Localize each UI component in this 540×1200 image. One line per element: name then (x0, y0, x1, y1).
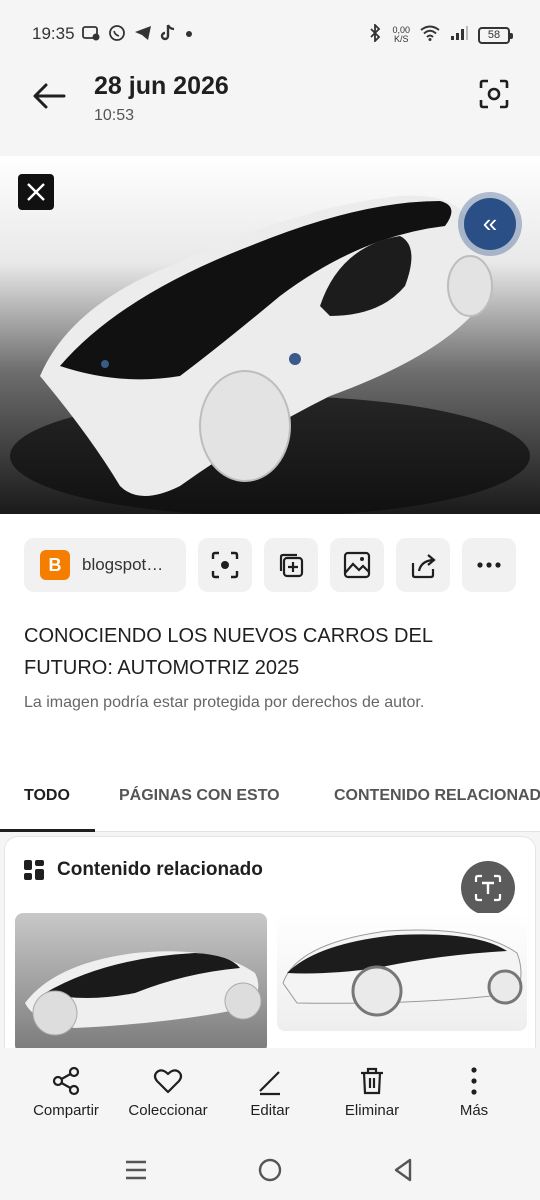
concept-car-image (10, 195, 530, 514)
more-button[interactable] (462, 538, 516, 592)
trash-icon (361, 1067, 383, 1095)
screen: 19:35 0,00 K/S 58 28 jun 2026 10:53 « B … (0, 0, 540, 1200)
back-nav-button[interactable] (390, 1156, 418, 1184)
related-thumbnail[interactable] (277, 913, 527, 1031)
whatsapp-icon (108, 24, 126, 47)
image-button[interactable] (330, 538, 384, 592)
share-nodes-icon (52, 1066, 80, 1096)
delete-action[interactable]: Eliminar (322, 1066, 422, 1119)
text-scan-icon (474, 874, 502, 902)
back-arrow-icon (33, 83, 66, 109)
page-subtitle: 10:53 (94, 107, 135, 124)
edit-icon (259, 1071, 280, 1096)
dot-icon (184, 26, 194, 44)
home-circle-icon (258, 1158, 282, 1182)
page-title: 28 jun 2026 (94, 72, 229, 100)
share-label: Compartir (33, 1102, 99, 1119)
collapse-button[interactable]: « (464, 198, 516, 250)
result-image[interactable]: « (0, 156, 540, 514)
share-icon (411, 554, 436, 579)
lens-search-icon (211, 551, 239, 579)
double-chevron-left-icon: « (482, 208, 498, 238)
concept-car-thumbnail (25, 951, 262, 1036)
more-action[interactable]: Más (424, 1066, 524, 1119)
related-title: Contenido relacionado (57, 859, 263, 880)
back-triangle-icon (394, 1158, 412, 1182)
status-system-icons: 0,00 K/S 58 (368, 22, 513, 47)
telegram-icon (134, 25, 152, 46)
edit-action[interactable]: Editar (220, 1066, 320, 1119)
status-notifications (82, 23, 194, 47)
menu-icon (126, 1160, 146, 1180)
add-collection-icon (279, 553, 304, 578)
lens-search-button[interactable] (198, 538, 252, 592)
result-title[interactable]: CONOCIENDO LOS NUEVOS CARROS DEL FUTURO:… (24, 620, 520, 684)
tab-bar: TODO PÁGINAS CON ESTO CONTENIDO RELACION… (0, 770, 540, 832)
share-action[interactable]: Compartir (16, 1066, 116, 1119)
close-icon (27, 183, 45, 201)
more-vertical-icon (471, 1067, 477, 1095)
related-thumbnail[interactable] (15, 913, 267, 1053)
concept-car-thumbnail (282, 929, 523, 1017)
close-button[interactable] (18, 174, 54, 210)
net-speed-unit: K/S (393, 34, 409, 44)
lens-icon (479, 79, 509, 109)
battery-indicator: 58 (478, 26, 513, 44)
tiktok-icon (160, 23, 176, 47)
action-row: blogspot… (24, 538, 524, 594)
home-button[interactable] (256, 1156, 284, 1184)
heart-icon (153, 1069, 183, 1094)
related-content-icon (24, 860, 44, 880)
add-collection-button[interactable] (264, 538, 318, 592)
collect-action[interactable]: Coleccionar (118, 1066, 218, 1119)
source-chip[interactable]: blogspot… (24, 538, 186, 592)
status-time: 19:35 (32, 24, 75, 43)
app-header: 28 jun 2026 10:53 (0, 60, 540, 140)
bluetooth-icon (368, 22, 382, 47)
lens-button[interactable] (478, 78, 510, 110)
related-header: Contenido relacionado (23, 859, 263, 881)
delete-label: Eliminar (344, 1102, 400, 1119)
recents-button[interactable] (122, 1156, 150, 1184)
collect-label: Coleccionar (128, 1102, 208, 1119)
text-scan-button[interactable] (461, 861, 515, 915)
image-icon (343, 551, 371, 579)
notification-icon (82, 25, 100, 46)
net-speed: 0,00 K/S (392, 26, 410, 44)
tab-contenido-relacionado[interactable]: CONTENIDO RELACIONADO (334, 787, 540, 805)
tab-todo[interactable]: TODO (24, 787, 70, 805)
system-nav-bar (0, 1138, 540, 1200)
more-icon (477, 562, 501, 568)
share-button[interactable] (396, 538, 450, 592)
blogger-logo (40, 550, 70, 580)
back-button[interactable] (30, 78, 70, 114)
signal-icon (450, 25, 468, 46)
bottom-toolbar: Compartir Coleccionar Editar Eliminar Má… (0, 1048, 540, 1138)
copyright-notice: La imagen podría estar protegida por der… (24, 694, 425, 711)
wifi-icon (420, 25, 440, 46)
more-label: Más (459, 1102, 489, 1119)
source-label: blogspot… (82, 555, 164, 574)
tab-paginas-con-esto[interactable]: PÁGINAS CON ESTO (119, 787, 280, 805)
edit-label: Editar (250, 1102, 290, 1119)
